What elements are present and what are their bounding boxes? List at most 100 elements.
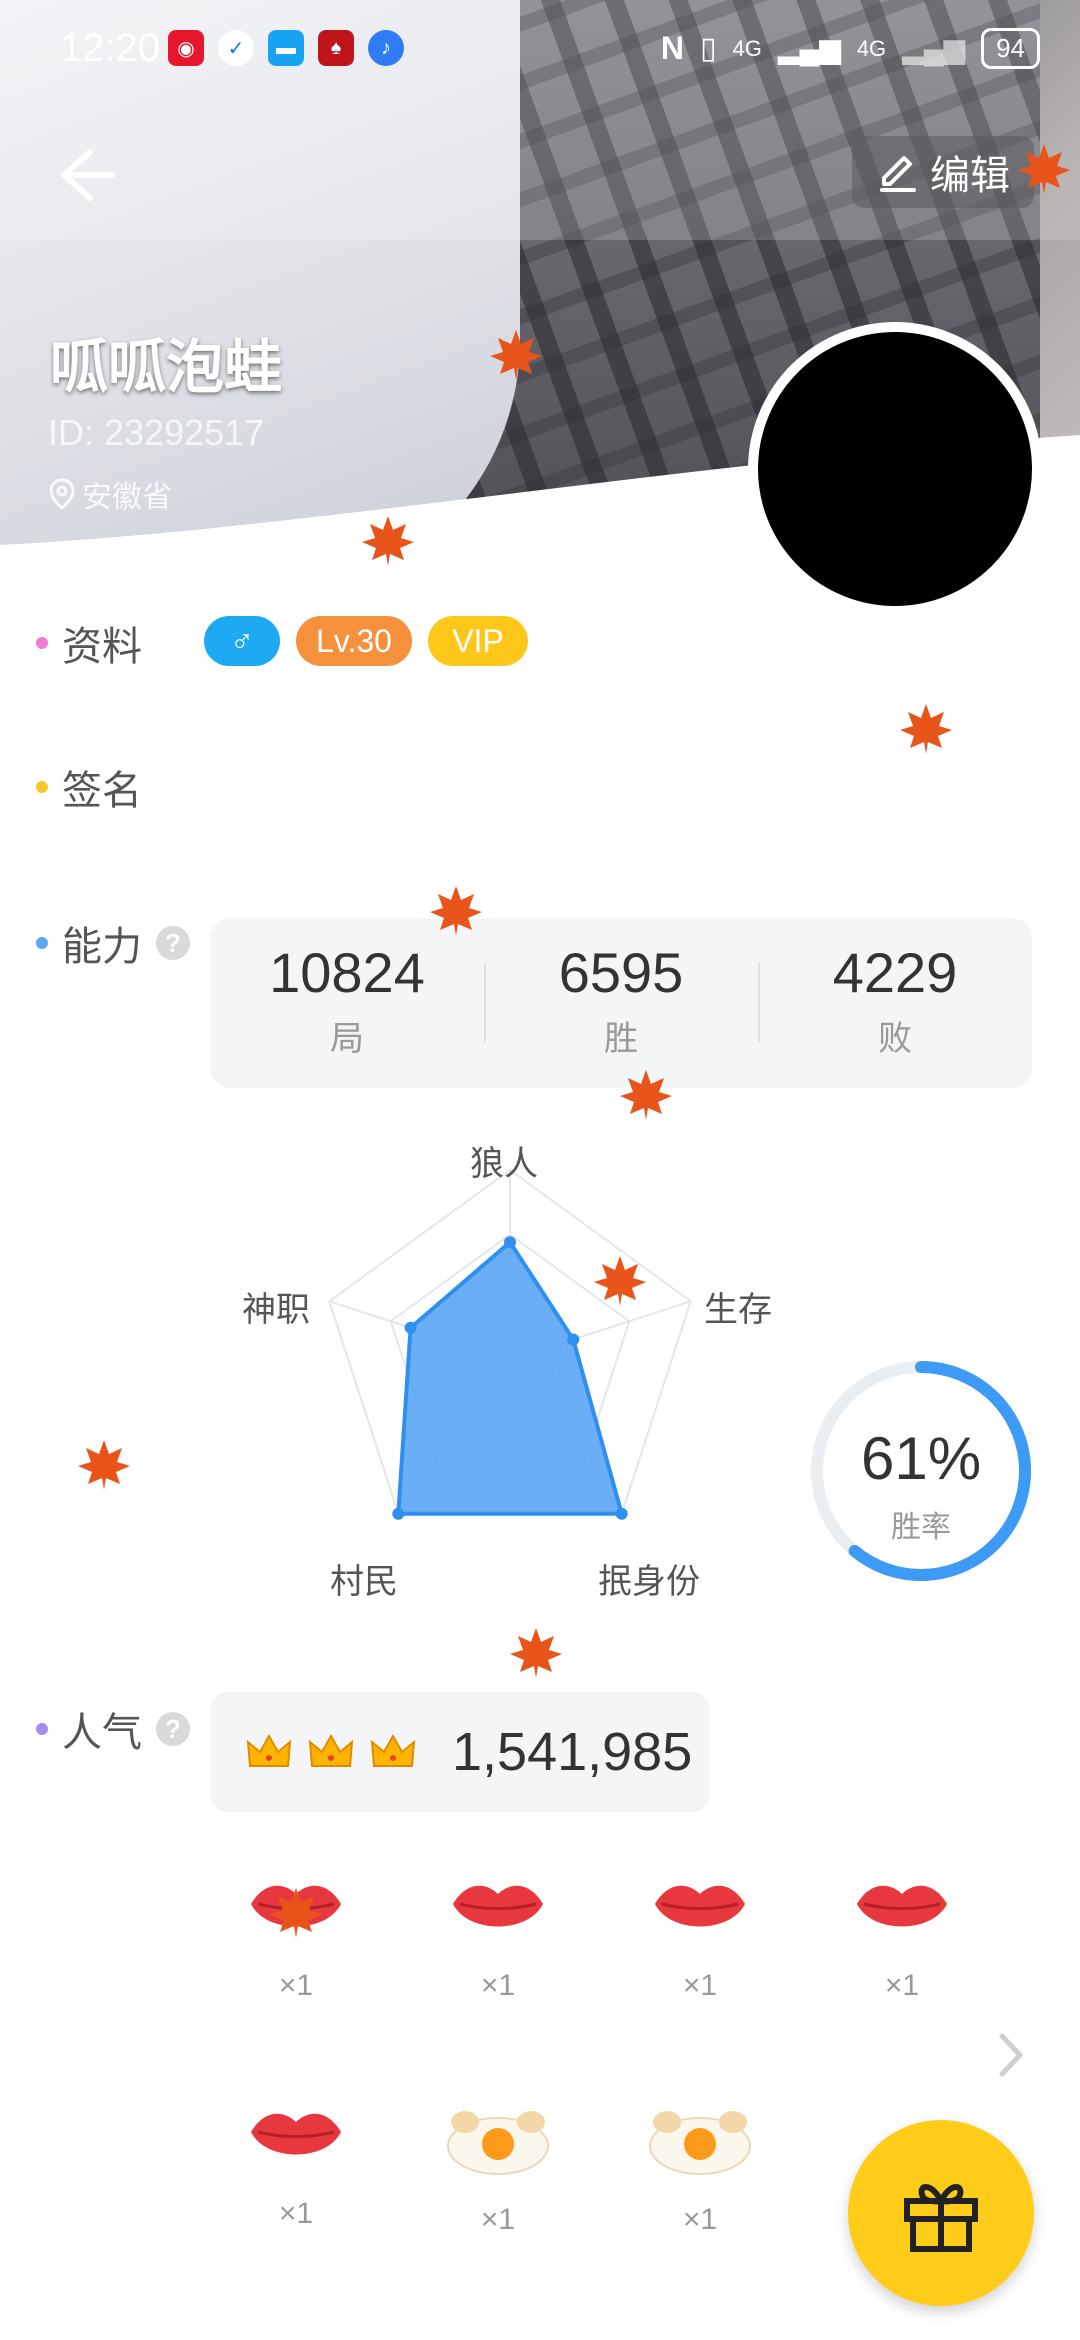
ability-radar-chart	[328, 1168, 692, 1520]
radar-point	[615, 1507, 628, 1520]
back-button[interactable]	[50, 140, 120, 210]
ability-label: 能力	[62, 925, 142, 969]
edit-button[interactable]: 编辑	[852, 136, 1034, 208]
radar-point	[404, 1321, 417, 1334]
lips-icon	[655, 1885, 745, 1927]
username: 呱呱泡蛙	[50, 335, 283, 400]
maple-leaf-icon	[78, 1440, 130, 1490]
gift-count: ×1	[480, 2203, 516, 2236]
radar-value-shape	[396, 1240, 624, 1516]
maple-leaf-icon	[270, 1888, 322, 1938]
section-dot	[36, 937, 48, 949]
status-system-icons: N ▯ 4G ▂▄▆ 4G ▂▄▆ 94	[661, 28, 1040, 69]
ability-section-label: 能力 ?	[36, 914, 190, 972]
crown-icon	[246, 1733, 292, 1767]
popularity-label: 人气	[62, 1711, 142, 1755]
user-id: ID: 23292517	[48, 412, 265, 453]
section-dot	[36, 781, 48, 793]
signal-bars-icon: ▂▄▆	[777, 33, 841, 64]
profile-label: 资料	[62, 625, 142, 669]
nfc-icon: N	[660, 30, 685, 66]
lips-icon	[251, 2113, 341, 2155]
radar-point	[504, 1236, 516, 1249]
vibrate-icon: ▯	[700, 32, 717, 65]
gift-item[interactable]: ×1	[226, 2102, 366, 2231]
chevron-right-icon	[999, 2033, 1023, 2077]
edit-label: 编辑	[930, 154, 1010, 198]
gift-box-icon	[904, 2184, 978, 2252]
signature-label: 签名	[62, 769, 142, 813]
win-rate-ring: 61% 胜率	[806, 1356, 1036, 1586]
signal-1-label: 4G	[732, 35, 762, 61]
help-icon[interactable]: ?	[156, 1712, 190, 1746]
gender-badge: ♂	[204, 616, 280, 666]
gift-count: ×1	[480, 1969, 516, 2002]
music-icon: ♪	[368, 30, 404, 66]
radar-label-werewolf: 狼人	[470, 1145, 538, 1183]
fried-egg-icon	[649, 2111, 751, 2175]
status-notification-icons: ◉ ✓ ▬ ♠ ♪	[168, 30, 404, 66]
fried-egg-icon	[447, 2111, 549, 2175]
stat-label: 局	[330, 1020, 364, 1058]
section-dot	[36, 1723, 48, 1735]
signal-2-label: 4G	[856, 35, 887, 61]
arrow-left-icon	[61, 149, 115, 201]
stat-losses: 4229 败	[758, 940, 1032, 1060]
vip-badge: VIP	[428, 616, 528, 666]
section-dot	[36, 637, 48, 649]
gift-item[interactable]: ×1	[832, 1874, 972, 2003]
location: 安徽省	[48, 472, 172, 516]
stat-value: 6595	[558, 941, 684, 1004]
gift-item[interactable]: ×1	[630, 1874, 770, 2003]
stat-games: 10824 局	[210, 940, 484, 1060]
stat-value: 4229	[832, 941, 958, 1004]
maple-leaf-icon	[620, 1070, 672, 1120]
gift-count: ×1	[884, 1969, 920, 2002]
popularity-section-label: 人气 ?	[36, 1700, 190, 1758]
radar-label-survival: 生存	[704, 1291, 772, 1329]
maple-leaf-icon	[1018, 144, 1070, 194]
gifts-next-button[interactable]	[994, 2030, 1028, 2080]
popularity-box: 1,541,985	[210, 1692, 710, 1812]
signal-bars-icon: ▂▄▆	[902, 33, 966, 64]
signature-section-label: 签名	[36, 758, 142, 816]
stat-wins: 6595 胜	[484, 940, 758, 1060]
location-pin-icon	[49, 478, 75, 510]
gift-count: ×1	[682, 2203, 718, 2236]
location-label: 安徽省	[82, 481, 172, 514]
crown-icon	[308, 1733, 354, 1767]
gift-item[interactable]: ×1	[428, 2102, 568, 2237]
lips-icon	[453, 1885, 543, 1927]
level-badge: Lv.30	[296, 616, 412, 666]
radar-label-villager: 村民	[330, 1563, 398, 1601]
maple-leaf-icon	[362, 516, 414, 566]
gift-count: ×1	[278, 2197, 314, 2230]
lips-icon	[857, 1885, 947, 1927]
battery-indicator: 94	[981, 28, 1040, 69]
shield-check-icon: ✓	[218, 30, 254, 66]
maple-leaf-icon	[510, 1628, 562, 1678]
ability-stats-box: 10824 局 6595 胜 4229 败	[210, 918, 1032, 1088]
game-app-icon: ♠	[318, 30, 354, 66]
gift-item[interactable]: ×1	[428, 1874, 568, 2003]
send-gift-button[interactable]	[848, 2120, 1034, 2306]
stat-label: 败	[878, 1020, 912, 1058]
chat-bubble-icon: ▬	[268, 30, 304, 66]
radar-label-identity: 抿身份	[598, 1563, 700, 1601]
maple-leaf-icon	[430, 886, 482, 936]
radar-point	[392, 1507, 405, 1520]
radar-label-god: 神职	[242, 1291, 310, 1329]
stat-value: 10824	[269, 941, 425, 1004]
gift-item[interactable]: ×1	[630, 2102, 770, 2237]
male-icon: ♂	[230, 622, 254, 659]
avatar[interactable]	[748, 322, 1042, 616]
crown-icon	[370, 1733, 416, 1767]
win-rate-label: 胜率	[891, 1511, 951, 1544]
popularity-value: 1,541,985	[452, 1722, 693, 1782]
weibo-icon: ◉	[168, 30, 204, 66]
stat-label: 胜	[604, 1020, 638, 1058]
radar-point	[567, 1333, 580, 1346]
help-icon[interactable]: ?	[156, 926, 190, 960]
status-time: 12:20	[60, 26, 161, 70]
gift-count: ×1	[682, 1969, 718, 2002]
